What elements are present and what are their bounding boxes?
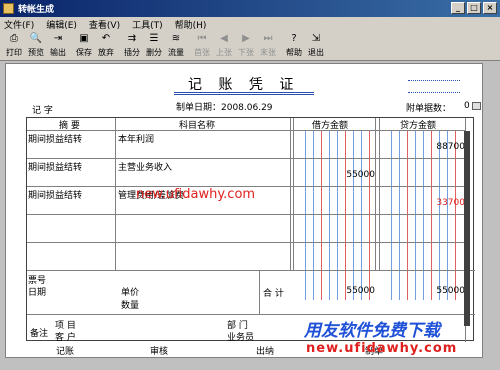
watermark-url-2: new.ufidawhy.com <box>306 341 458 356</box>
cash-flow-button[interactable]: ≋ 流量 <box>165 32 187 59</box>
date-label[interactable]: 制单日期：2008.06.29 <box>176 100 273 113</box>
export-button[interactable]: ⇥ 输出 <box>47 32 69 59</box>
salesman-label: 业务员 <box>227 333 255 343</box>
first-icon: ⏮ <box>197 33 207 44</box>
insert-entry-button[interactable]: ⇉ 插分 <box>121 32 143 59</box>
row-2-summary[interactable]: 期间损益结转 <box>28 160 82 173</box>
quantity-label: 数量 <box>121 301 140 311</box>
header-debit: 借方金额 <box>312 121 349 131</box>
watermark-brand: 用友软件免费下载 <box>304 321 440 341</box>
header-credit: 贷方金额 <box>400 121 437 131</box>
row-1-credit[interactable]: 88700 <box>379 142 465 152</box>
printer-icon: ⎙ <box>10 33 18 44</box>
vertical-scrollbar[interactable] <box>464 131 470 326</box>
customer-label: 客 户 <box>55 333 76 343</box>
first-voucher-button[interactable]: ⏮ 首张 <box>191 32 213 59</box>
toolbar: ⎙ 打印 🔍 预览 ⇥ 输出 ▣ 保存 ↶ 放弃 ⇉ 插分 ☰ 删分 ≋ 流量 ⏮ 首张 ◀ 上张 … <box>0 31 500 61</box>
credit-digit-lines <box>379 130 463 300</box>
next-icon: ▶ <box>242 33 250 44</box>
window-titlebar: 转帐生成 _ □ × <box>0 0 500 17</box>
discard-button[interactable]: ↶ 放弃 <box>95 32 117 59</box>
prev-voucher-button[interactable]: ◀ 上张 <box>213 32 235 59</box>
row-2-debit[interactable]: 55000 <box>293 170 375 180</box>
dotted-line <box>408 80 460 81</box>
close-button[interactable]: × <box>483 2 497 14</box>
print-button[interactable]: ⎙ 打印 <box>3 32 25 59</box>
row-3-summary[interactable]: 期间损益结转 <box>28 188 82 201</box>
save-icon: ▣ <box>79 33 89 44</box>
menu-tools[interactable]: 工具(T) <box>132 18 163 31</box>
attach-count[interactable]: 0 <box>464 101 470 111</box>
header-summary: 摘 要 <box>59 121 80 131</box>
dotted-line <box>408 92 460 93</box>
menu-help[interactable]: 帮助(H) <box>175 18 207 31</box>
notes-label: 备注 <box>30 329 49 339</box>
exit-button[interactable]: ⇲ 退出 <box>305 32 327 59</box>
exit-icon: ⇲ <box>311 33 321 44</box>
insert-row-icon: ⇉ <box>127 33 137 44</box>
row-1-account[interactable]: 本年利润 <box>118 132 154 145</box>
undo-icon: ↶ <box>101 33 111 44</box>
export-icon: ⇥ <box>53 33 63 44</box>
date-field-label: 日期 <box>28 288 47 298</box>
delete-row-icon: ☰ <box>149 33 159 44</box>
preview-button[interactable]: 🔍 预览 <box>25 32 47 59</box>
maximize-button[interactable]: □ <box>467 2 481 14</box>
save-button[interactable]: ▣ 保存 <box>73 32 95 59</box>
row-3-credit[interactable]: 33700 <box>379 198 465 208</box>
preview-icon: 🔍 <box>29 33 43 44</box>
attach-label: 附单据数： <box>406 104 452 114</box>
entry-table: 摘 要 科目名称 借方金额 贷方金额 期间损益结转 本年利润 88700 期间损… <box>26 117 475 343</box>
footer-auditor: 审核 <box>150 347 169 357</box>
prev-icon: ◀ <box>220 33 228 44</box>
help-button[interactable]: ? 帮助 <box>283 32 305 59</box>
total-credit: 55000 <box>436 286 465 296</box>
footer-cashier: 出纳 <box>256 347 275 357</box>
minimize-button[interactable]: _ <box>451 2 465 14</box>
row-1-summary[interactable]: 期间损益结转 <box>28 132 82 145</box>
voucher-title: 记 账 凭 证 <box>188 77 300 93</box>
watermark-url: new.ufidawhy.com <box>136 187 256 202</box>
delete-entry-button[interactable]: ☰ 删分 <box>143 32 165 59</box>
next-voucher-button[interactable]: ▶ 下张 <box>235 32 257 59</box>
menu-file[interactable]: 文件(F) <box>4 18 34 31</box>
debit-digit-lines <box>293 130 375 300</box>
help-icon: ? <box>291 33 297 44</box>
voucher-form: 记 账 凭 证 记 字 制单日期：2008.06.29 附单据数： 0 摘 要 … <box>5 63 483 358</box>
voucher-type[interactable]: 记 字 <box>32 103 53 116</box>
header-account: 科目名称 <box>179 121 216 131</box>
app-icon <box>3 3 14 14</box>
last-voucher-button[interactable]: ⏭ 末张 <box>257 32 279 59</box>
menu-view[interactable]: 查看(V) <box>89 18 120 31</box>
total-debit: 55000 <box>346 286 375 296</box>
footer-bookkeeper: 记账 <box>56 347 75 357</box>
last-icon: ⏭ <box>263 33 273 44</box>
title-underline <box>174 92 314 95</box>
menu-bar: 文件(F) 编辑(E) 查看(V) 工具(T) 帮助(H) <box>0 17 500 31</box>
menu-edit[interactable]: 编辑(E) <box>46 18 77 31</box>
flow-icon: ≋ <box>171 33 181 44</box>
lookup-icon[interactable] <box>472 102 481 110</box>
row-2-account[interactable]: 主营业务收入 <box>118 160 172 173</box>
window-title: 转帐生成 <box>18 5 55 15</box>
unit-price-label: 单价 <box>121 288 140 298</box>
total-label: 合 计 <box>263 289 284 299</box>
